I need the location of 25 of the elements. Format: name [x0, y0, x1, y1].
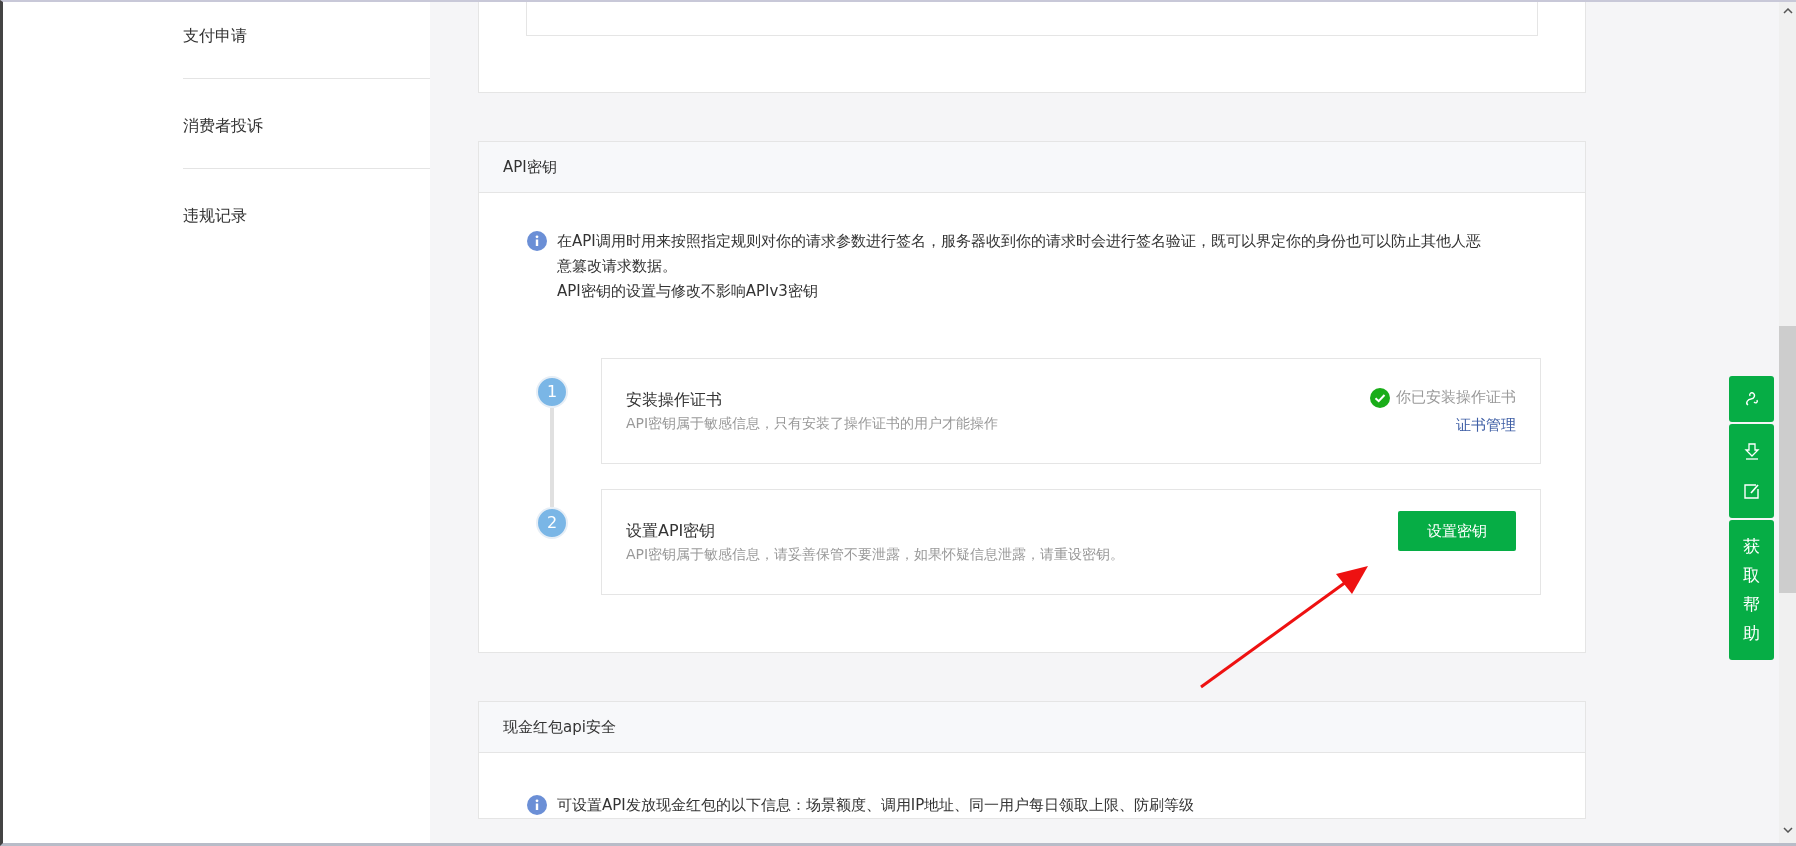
step-title: 设置API密钥: [626, 520, 717, 542]
info-text: 可设置API发放现金红包的以下信息：场景额度、调用IP地址、同一用户每日领取上限、防刷等级: [557, 795, 1195, 816]
info-text: API密钥的设置与修改不影响APIv3密钥: [557, 281, 819, 302]
info-text: 在API调用时用来按照指定规则对你的请求参数进行签名，服务器收到你的请求时会进行签名验证，既可以界定你的身份也可以防止其他人恶意篡改请求数据。: [557, 231, 1482, 277]
sidebar-item[interactable]: 消费者投诉: [183, 112, 430, 152]
info-icon: [527, 795, 547, 815]
step-number: 2: [536, 507, 568, 539]
scrollbar-thumb[interactable]: [1779, 326, 1796, 593]
step-title: 安装操作证书: [626, 389, 723, 411]
scroll-down-icon[interactable]: [1782, 827, 1793, 833]
step-description: API密钥属于敏感信息，只有安装了操作证书的用户才能操作: [626, 414, 999, 433]
link-button[interactable]: [1729, 376, 1774, 422]
check-icon: [1370, 387, 1390, 408]
sidebar-item[interactable]: 支付申请: [183, 22, 430, 62]
scrollbar[interactable]: [1779, 2, 1796, 843]
info-icon: [527, 231, 547, 251]
step-number: 1: [536, 376, 568, 408]
step-description: API密钥属于敏感信息，请妥善保管不要泄露，如果怀疑信息泄露，请重设密钥。: [626, 545, 1125, 564]
scroll-up-icon[interactable]: [1782, 8, 1793, 14]
certificate-link[interactable]: 证书管理: [1456, 415, 1516, 435]
sidebar-item[interactable]: 违规记录: [183, 202, 430, 242]
section-title: 现金红包api安全: [479, 702, 1585, 753]
edit-icon[interactable]: [1741, 481, 1762, 501]
section-title: API密钥: [479, 142, 1585, 193]
status-text: 你已安装操作证书: [1396, 388, 1516, 407]
